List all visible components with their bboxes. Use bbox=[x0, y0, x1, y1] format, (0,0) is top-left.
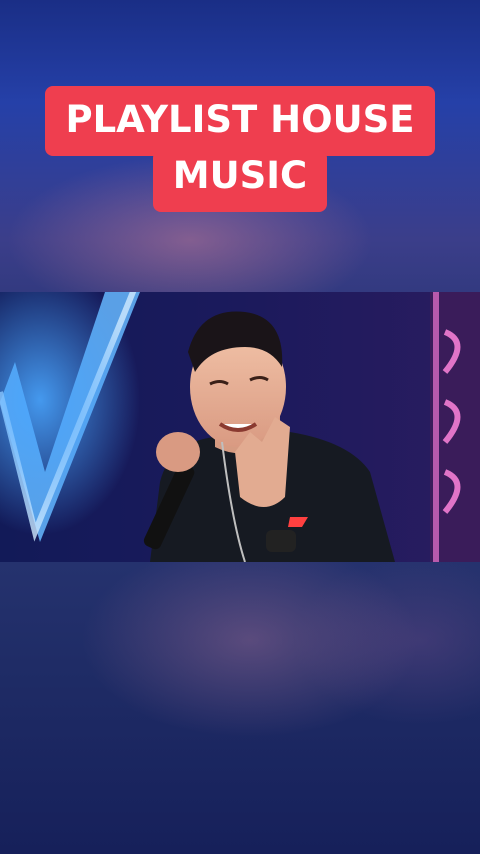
caption-line-2: MUSIC bbox=[152, 150, 328, 212]
performer-image bbox=[0, 292, 480, 562]
caption-overlay: PLAYLIST HOUSE MUSIC bbox=[0, 86, 480, 212]
blurred-lower-area bbox=[0, 562, 480, 854]
caption-line-1: PLAYLIST HOUSE bbox=[45, 86, 435, 156]
video-frame[interactable] bbox=[0, 292, 480, 562]
